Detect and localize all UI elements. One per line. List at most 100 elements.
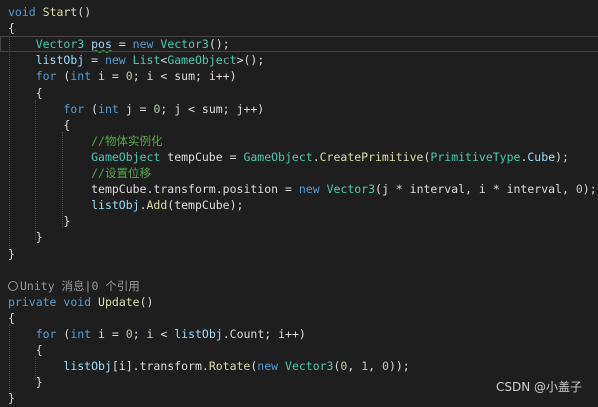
code-line[interactable]: tempCube.transform.position = new Vector… xyxy=(0,181,598,197)
code-token: >(); xyxy=(236,53,265,68)
code-line[interactable] xyxy=(0,262,598,278)
code-line[interactable]: listObj.Add(tempCube); xyxy=(0,197,598,213)
code-token: } xyxy=(8,230,43,245)
code-token: } xyxy=(8,391,15,406)
codelens-info-icon xyxy=(8,280,18,291)
code-token: int xyxy=(70,327,92,341)
code-line[interactable]: private void Update() xyxy=(0,294,598,310)
code-token: private xyxy=(8,294,57,309)
code-token: Rotate xyxy=(208,359,251,374)
code-token: { xyxy=(8,343,43,358)
code-token: GameObject xyxy=(167,53,237,68)
code-token: } xyxy=(8,246,15,261)
code-token: PrimitiveType xyxy=(430,149,521,164)
code-token: [i]. xyxy=(111,359,140,374)
code-line[interactable]: //设置位移 xyxy=(0,165,598,181)
code-token: ); xyxy=(582,182,597,197)
code-token: int xyxy=(98,101,119,116)
code-token: Count xyxy=(229,327,265,341)
code-token: () xyxy=(139,294,154,309)
code-line[interactable]: { xyxy=(0,310,598,326)
code-token: = xyxy=(278,182,299,197)
code-token: void xyxy=(63,294,92,309)
code-token: int xyxy=(70,69,92,84)
code-token: List xyxy=(132,53,161,68)
code-token: ( xyxy=(56,69,71,84)
code-token: { xyxy=(8,85,43,100)
code-line[interactable]: Vector3 pos = new Vector3(); xyxy=(0,36,598,53)
code-token: new xyxy=(104,53,126,68)
code-token: . xyxy=(215,182,223,197)
code-comment: //物体实例化 xyxy=(91,133,163,148)
code-line[interactable]: //物体实例化 xyxy=(0,133,598,149)
code-token: new xyxy=(298,182,320,197)
code-line[interactable]: void Start() xyxy=(0,4,598,20)
code-token: Vector3 xyxy=(35,37,85,52)
codelens-row[interactable]: Unity 消息|0 个引用 xyxy=(0,278,598,294)
code-token: listObj xyxy=(63,359,112,374)
code-token: = xyxy=(111,37,133,52)
code-token: new xyxy=(132,37,154,52)
code-token: for xyxy=(35,327,57,341)
code-line[interactable]: listObj[i].transform.Rotate(new Vector3(… xyxy=(0,358,598,374)
watermark: CSDN @小盖子 xyxy=(495,380,582,394)
code-token: CreatePrimitive xyxy=(319,149,424,164)
code-token: listObj xyxy=(174,327,223,341)
code-token: void xyxy=(8,5,36,19)
code-token: } xyxy=(8,214,71,229)
code-token: , xyxy=(347,359,362,374)
code-line[interactable]: for (int j = 0; j < sum; j++) xyxy=(0,101,598,117)
code-line[interactable]: } xyxy=(0,229,598,245)
code-token: ); xyxy=(555,149,569,164)
code-token: { xyxy=(8,310,15,325)
code-token: listObj xyxy=(91,198,140,213)
code-token: i = xyxy=(91,327,126,341)
code-token: transform xyxy=(139,359,202,374)
code-token: new xyxy=(257,359,279,374)
code-token: 0 xyxy=(125,327,133,341)
code-line[interactable]: for (int i = 0; i < listObj.Count; i++) xyxy=(0,326,598,342)
code-token: listObj xyxy=(35,53,85,68)
code-token: transform xyxy=(153,182,216,197)
code-editor[interactable]: void Start(){ Vector3 pos = new Vector3(… xyxy=(0,0,598,407)
code-token: = xyxy=(84,53,105,68)
code-token: ; i < xyxy=(132,327,175,341)
code-token: Vector3 xyxy=(160,37,209,52)
code-token: (tempCube); xyxy=(167,198,244,213)
code-token: 0 xyxy=(382,359,389,374)
code-line[interactable]: { xyxy=(0,342,598,358)
code-token: )); xyxy=(388,359,410,374)
code-line[interactable]: { xyxy=(0,20,598,36)
code-line[interactable]: for (int i = 0; i < sum; i++) xyxy=(0,68,598,84)
code-token: position xyxy=(222,182,279,197)
code-line[interactable]: { xyxy=(0,85,598,101)
code-line[interactable]: } xyxy=(0,213,598,229)
code-token: Cube xyxy=(527,149,556,164)
code-token: ; j < sum; j++) xyxy=(160,101,265,116)
code-token: ( xyxy=(56,327,71,341)
code-line[interactable]: GameObject tempCube = GameObject.CreateP… xyxy=(0,149,598,165)
code-token: , xyxy=(368,359,383,374)
code-line[interactable]: } xyxy=(0,246,598,262)
code-token: Start xyxy=(42,5,78,19)
code-token: (); xyxy=(208,37,230,52)
code-token: { xyxy=(8,21,15,36)
code-token: . xyxy=(201,359,209,374)
code-token: tempCube = xyxy=(160,149,244,164)
code-line[interactable]: listObj = new List<GameObject>(); xyxy=(0,52,598,68)
code-line[interactable]: { xyxy=(0,117,598,133)
code-token: GameObject xyxy=(91,149,161,164)
